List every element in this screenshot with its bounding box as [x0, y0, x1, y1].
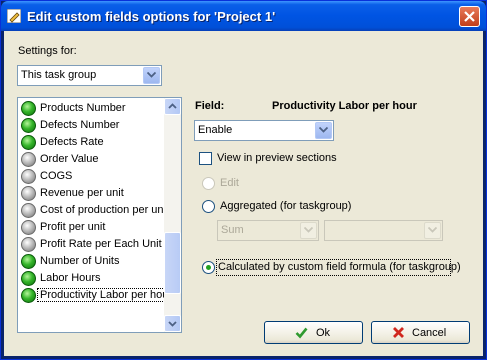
cancel-x-icon [393, 327, 404, 338]
aggregate-function-value: Sum [221, 224, 244, 236]
list-item[interactable]: Defects Number [18, 117, 164, 134]
dialog-client: Settings for: This task group Products N… [4, 31, 483, 356]
chevron-down-icon [168, 321, 177, 327]
gray-status-icon [21, 152, 36, 167]
aggregated-radio-label[interactable]: Aggregated (for taskgroup) [220, 200, 351, 212]
list-item[interactable]: Products Number [18, 100, 164, 117]
close-icon [464, 11, 475, 22]
calculated-radio[interactable] [202, 261, 215, 274]
list-item[interactable]: Productivity Labor per hou [18, 287, 172, 304]
list-item-label: Cost of production per unit [40, 204, 170, 216]
dialog-window: Edit custom fields options for 'Project … [0, 0, 487, 360]
close-button[interactable] [459, 6, 480, 27]
ok-button-label: Ok [316, 327, 331, 339]
field-mode-dropdown[interactable]: Enable [194, 120, 334, 141]
list-item[interactable]: Profit per unit [18, 219, 164, 236]
aggregate-field-dropdown[interactable] [324, 220, 443, 241]
list-item-label: Profit Rate per Each Unit S [40, 238, 173, 250]
settings-scope-value: This task group [21, 69, 97, 81]
list-item[interactable]: COGS [18, 168, 164, 185]
window-title: Edit custom fields options for 'Project … [27, 9, 276, 24]
scroll-thumb[interactable] [164, 232, 181, 294]
edit-radio-label[interactable]: Edit [220, 177, 239, 189]
list-item[interactable]: Revenue per unit [18, 185, 164, 202]
edit-radio[interactable] [202, 177, 215, 190]
aggregate-function-dropdown[interactable]: Sum [217, 220, 319, 241]
list-item[interactable]: Order Value [18, 151, 164, 168]
green-status-icon [21, 101, 36, 116]
chevron-up-icon [168, 103, 177, 109]
list-item-label: Revenue per unit [40, 187, 124, 199]
aggregated-radio[interactable] [202, 200, 215, 213]
dropdown-arrow-icon[interactable] [315, 122, 332, 139]
gray-status-icon [21, 203, 36, 218]
ok-button[interactable]: Ok [264, 321, 363, 344]
list-item-label: Defects Number [40, 119, 120, 131]
gray-status-icon [21, 220, 36, 235]
calculated-radio-label[interactable]: Calculated by custom field formula (for … [218, 261, 461, 273]
green-status-icon [21, 288, 36, 303]
dropdown-arrow-icon[interactable] [300, 222, 317, 239]
cancel-button-label: Cancel [412, 327, 447, 339]
scroll-down-button[interactable] [164, 315, 181, 332]
field-mode-value: Enable [198, 124, 233, 136]
green-status-icon [21, 135, 36, 150]
gray-status-icon [21, 237, 36, 252]
list-item-label: Order Value [40, 153, 99, 165]
list-item-label: Defects Rate [40, 136, 104, 148]
field-label: Field: [195, 100, 225, 112]
view-in-preview-label[interactable]: View in preview sections [217, 152, 337, 164]
list-item-label: Number of Units [40, 255, 120, 267]
dropdown-arrow-icon[interactable] [424, 222, 441, 239]
cancel-button[interactable]: Cancel [371, 321, 470, 344]
dropdown-arrow-icon[interactable] [143, 67, 160, 84]
list-item-label: Products Number [40, 102, 126, 114]
list-item-label: Profit per unit [40, 221, 106, 233]
field-name: Productivity Labor per hour [272, 100, 417, 112]
title-bar[interactable]: Edit custom fields options for 'Project … [1, 1, 486, 31]
settings-for-label: Settings for: [18, 45, 77, 57]
green-status-icon [21, 271, 36, 286]
list-item[interactable]: Profit Rate per Each Unit S [18, 236, 172, 253]
list-scrollbar[interactable] [164, 98, 181, 332]
list-item[interactable]: Labor Hours [18, 270, 164, 287]
gray-status-icon [21, 169, 36, 184]
settings-scope-dropdown[interactable]: This task group [17, 65, 162, 86]
list-item-label: COGS [40, 170, 73, 182]
green-status-icon [21, 254, 36, 269]
gray-status-icon [21, 186, 36, 201]
radio-selected-dot [206, 265, 211, 270]
green-status-icon [21, 118, 36, 133]
list-item[interactable]: Defects Rate [18, 134, 164, 151]
custom-fields-list[interactable]: Products Number Defects Number Defects Rat… [17, 97, 182, 333]
list-item-label: Labor Hours [40, 272, 101, 284]
scroll-up-button[interactable] [164, 98, 181, 115]
list-item[interactable]: Cost of production per unit [18, 202, 169, 219]
edit-pencil-icon [7, 9, 21, 23]
checkmark-icon [295, 327, 308, 339]
view-in-preview-checkbox[interactable] [199, 152, 212, 165]
list-item-label: Productivity Labor per hou [37, 288, 172, 302]
list-item[interactable]: Number of Units [18, 253, 164, 270]
